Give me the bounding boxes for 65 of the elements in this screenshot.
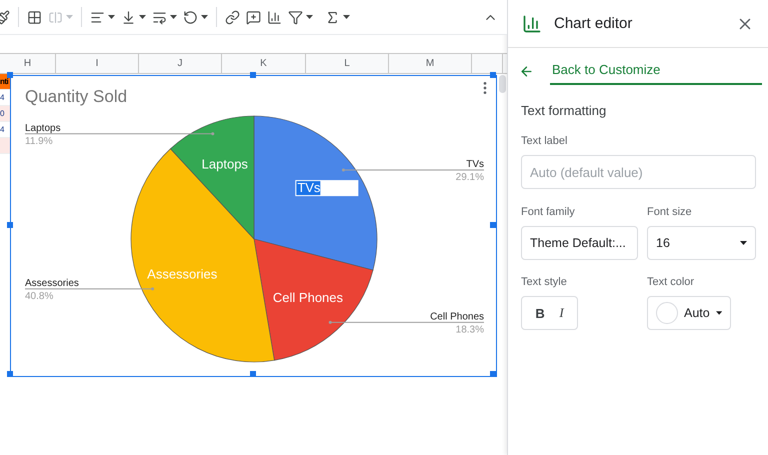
field-label: Text color [647,276,696,288]
field-label: Font size [647,206,693,218]
panel-title: Chart editor [554,15,634,32]
bold-button[interactable]: B [532,306,548,320]
legend-label: Cell Phones [430,311,484,322]
merge-cells-icon[interactable] [48,10,63,24]
resize-handle[interactable] [7,72,13,78]
filter-icon[interactable] [288,10,303,24]
font-size-select[interactable]: 16 [647,226,756,260]
caret-icon [139,15,146,19]
slice-label: Cell Phones [272,290,344,306]
borders-icon[interactable] [27,10,42,24]
back-tab[interactable]: Back to Customize [550,58,762,85]
field-label: Text label [521,135,568,147]
resize-handle[interactable] [490,222,496,228]
chart-icon[interactable] [267,10,282,24]
caret-icon [170,15,177,19]
field-label: Text style [521,276,568,288]
text-wrap-icon[interactable] [152,10,167,24]
italic-button[interactable]: I [556,305,567,321]
color-swatch [656,302,678,324]
link-icon[interactable] [225,10,240,24]
caret-icon [66,15,73,19]
chart-title: Quantity Sold [25,87,128,106]
resize-handle[interactable] [490,371,496,377]
text-color-select[interactable]: Auto [647,296,731,330]
legend-label: Laptops [25,122,61,134]
caret-icon [740,241,747,245]
comment-icon[interactable] [246,10,261,24]
field-label: Font family [521,206,576,218]
label-edit-field[interactable]: TVs [295,180,358,196]
chart-icon [522,14,542,34]
slice-label: Assessories [147,266,218,282]
text-rotation-icon[interactable] [183,10,198,24]
column-header[interactable]: I [56,54,139,73]
resize-handle[interactable] [250,371,256,377]
percent-label: 18.3% [456,324,484,336]
resize-handle[interactable] [7,371,13,377]
column-header[interactable]: L [306,54,389,73]
table-cell: nti [0,74,10,90]
caret-icon [343,15,350,19]
column-header[interactable]: J [139,54,222,73]
resize-handle[interactable] [7,222,13,228]
align-icon[interactable] [90,10,105,24]
slice-label: Laptops [202,156,248,172]
section-heading: Text formatting [521,103,608,118]
caret-icon [716,311,722,315]
percent-label: 40.8% [25,290,54,302]
vertical-align-icon[interactable] [121,10,136,24]
column-header[interactable]: M [389,54,472,73]
resize-handle[interactable] [250,72,256,78]
font-family-select[interactable]: Theme Default:... [521,226,638,260]
table-cell [0,138,10,154]
caret-icon [201,15,208,19]
sigma-icon[interactable] [325,10,340,24]
table-cell: 0 [0,106,10,122]
percent-label: 29.1% [456,172,484,183]
text-label-field[interactable]: Auto (default value) [521,155,756,189]
scrollbar-thumb[interactable] [499,75,506,93]
percent-label: 11.9% [25,136,53,147]
caret-icon [108,15,115,19]
resize-handle[interactable] [490,72,496,78]
caret-icon [306,15,313,19]
legend-label: TVs [466,158,484,170]
legend-label: Assessories [25,278,79,289]
